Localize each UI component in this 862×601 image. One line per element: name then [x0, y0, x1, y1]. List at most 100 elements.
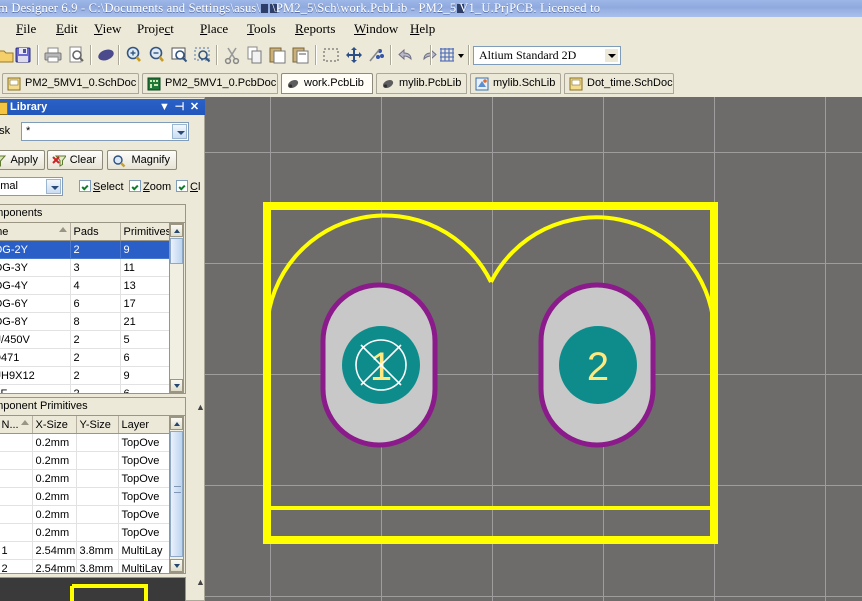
primitive-x-size: 0.2mm: [32, 451, 77, 470]
primitive-designator: 2: [0, 559, 33, 573]
window-title-text: ium Designer 6.9 - C:\Documents and Sett…: [0, 0, 600, 17]
checkbox-box[interactable]: [79, 180, 91, 192]
primitives-scrollbar[interactable]: [169, 416, 184, 573]
component-primitives: 9: [120, 240, 170, 259]
panel-menu-chevron-icon[interactable]: ▼: [158, 101, 171, 114]
zoom-area-icon[interactable]: [169, 44, 191, 66]
menu-view[interactable]: View: [90, 21, 125, 37]
tab-mylib-pcblib[interactable]: mylib.PcbLib: [376, 73, 467, 94]
table-row[interactable]: rac0.2mmTopOve: [0, 523, 170, 542]
table-row[interactable]: 4D47126: [0, 348, 170, 367]
grid-dropdown-arrow-icon[interactable]: [455, 44, 467, 66]
pad-2[interactable]: 2: [538, 282, 656, 448]
table-row[interactable]: EDG-4Y413: [0, 276, 170, 295]
table-row[interactable]: rac0.2mmTopOve: [0, 451, 170, 470]
table-row[interactable]: 2PF26: [0, 384, 170, 393]
col-header-layer[interactable]: Layer: [118, 416, 170, 434]
clear-selection-icon[interactable]: [366, 44, 388, 66]
panel-pin-icon[interactable]: ⊣: [173, 101, 186, 114]
select-checkbox[interactable]: Select: [79, 180, 124, 193]
menu-edit[interactable]: Edit: [52, 21, 82, 37]
col-header-primitives[interactable]: Primitives: [120, 223, 170, 241]
components-scrollbar[interactable]: [169, 223, 184, 393]
tab-pm2-5mv1-0-schdoc[interactable]: PM2_5MV1_0.SchDoc: [2, 73, 139, 94]
menu-place[interactable]: Place: [196, 21, 232, 37]
scroll-up-arrow-icon[interactable]: [170, 224, 183, 237]
components-table-viewport[interactable]: ame Pads Primitives EDG-2Y29EDG-3Y311EDG…: [0, 223, 170, 393]
view-configuration-combo[interactable]: Altium Standard 2D: [473, 46, 621, 65]
preview-splitter-collapse-icon[interactable]: ▲: [196, 578, 205, 587]
clear-button[interactable]: Clear: [47, 150, 103, 170]
undo-icon[interactable]: [395, 44, 417, 66]
scroll-down-arrow-icon[interactable]: [170, 559, 183, 572]
menu-window[interactable]: Window: [350, 21, 402, 37]
zoom-checkbox[interactable]: Zoom: [129, 180, 171, 193]
scrollbar-thumb[interactable]: [170, 431, 183, 557]
panel-splitter-collapse-icon[interactable]: ▲: [196, 403, 205, 412]
checkbox-box[interactable]: [176, 180, 188, 192]
tab-mylib-schlib[interactable]: mylib.SchLib: [470, 73, 561, 94]
paste-special-icon[interactable]: [290, 44, 312, 66]
zoom-selection-icon[interactable]: [192, 44, 214, 66]
primitive-designator: [0, 451, 33, 470]
checkbox-box[interactable]: [129, 180, 141, 192]
table-row[interactable]: rac0.2mmTopOve: [0, 487, 170, 506]
chevron-down-icon[interactable]: [46, 179, 61, 194]
menu-help[interactable]: Help: [406, 21, 439, 37]
chevron-down-icon[interactable]: [172, 124, 187, 139]
col-header-pads[interactable]: Pads: [70, 223, 121, 241]
apply-button[interactable]: Apply: [0, 150, 45, 170]
clear-filter-icon: [52, 154, 68, 168]
tab-pm2-5mv1-0-pcbdoc[interactable]: PM2_5MV1_0.PcbDoc: [142, 73, 278, 94]
table-row[interactable]: EDG-2Y29: [0, 240, 170, 259]
cut-icon[interactable]: [221, 44, 243, 66]
pcb-library-editor-canvas[interactable]: 1 2: [205, 97, 862, 601]
menu-file[interactable]: File: [12, 21, 40, 37]
board-icon[interactable]: [95, 44, 117, 66]
select-area-icon[interactable]: [320, 44, 342, 66]
col-header-x-size[interactable]: X-Size: [32, 416, 77, 434]
window-title-part-1: ium Designer 6.9 - C:\Documents and Sett…: [0, 1, 261, 15]
magnify-button[interactable]: Magnify: [107, 150, 177, 170]
panel-close-icon[interactable]: ✕: [188, 101, 201, 114]
pad-1[interactable]: 1: [320, 282, 438, 448]
table-row[interactable]: ad22.54mm3.8mmMultiLay: [0, 559, 170, 573]
primitive-x-size: 0.2mm: [32, 487, 77, 506]
tab-work-pcblib[interactable]: work.PcbLib: [281, 73, 373, 94]
table-row[interactable]: rc0.2mmTopOve: [0, 433, 170, 452]
col-header-name[interactable]: ame: [0, 223, 71, 241]
copy-icon[interactable]: [244, 44, 266, 66]
chevron-down-icon[interactable]: [605, 49, 618, 62]
paste-icon[interactable]: [267, 44, 289, 66]
menu-tools[interactable]: Tools: [243, 21, 280, 37]
zoom-out-icon[interactable]: [146, 44, 168, 66]
table-row[interactable]: rac0.2mmTopOve: [0, 469, 170, 488]
table-row[interactable]: 0UH9X1229: [0, 366, 170, 385]
mask-input[interactable]: *: [21, 122, 189, 141]
col-header-designator[interactable]: N...: [0, 416, 33, 434]
save-icon[interactable]: [12, 44, 34, 66]
tab-dot-time-schdoc[interactable]: Dot_time.SchDoc: [564, 73, 674, 94]
col-header-y-size[interactable]: Y-Size: [76, 416, 119, 434]
menu-project[interactable]: Project: [133, 21, 178, 37]
primitives-table-viewport[interactable]: ... N... X-Size Y-Size Layer rc0.2mmTopO…: [0, 416, 170, 573]
scrollbar-thumb-grip: [174, 486, 181, 493]
zoom-in-icon[interactable]: [123, 44, 145, 66]
placement-mode-combo[interactable]: lormal: [0, 177, 63, 196]
table-row[interactable]: EDG-6Y617: [0, 294, 170, 313]
filter-icon: [0, 154, 7, 168]
component-preview-pane[interactable]: [0, 577, 186, 601]
scroll-down-arrow-icon[interactable]: [170, 379, 183, 392]
table-row[interactable]: EDG-3Y311: [0, 258, 170, 277]
table-row[interactable]: 0U/450V25: [0, 330, 170, 349]
print-preview-icon[interactable]: [65, 44, 87, 66]
table-row[interactable]: ad12.54mm3.8mmMultiLay: [0, 541, 170, 560]
scrollbar-thumb[interactable]: [170, 238, 183, 264]
print-icon[interactable]: [42, 44, 64, 66]
table-row[interactable]: EDG-8Y821: [0, 312, 170, 331]
move-icon[interactable]: [343, 44, 365, 66]
scroll-up-arrow-icon[interactable]: [170, 417, 183, 430]
table-row[interactable]: rac0.2mmTopOve: [0, 505, 170, 524]
menu-reports[interactable]: Reports: [291, 21, 339, 37]
clear-existing-checkbox[interactable]: Cl: [176, 180, 200, 193]
